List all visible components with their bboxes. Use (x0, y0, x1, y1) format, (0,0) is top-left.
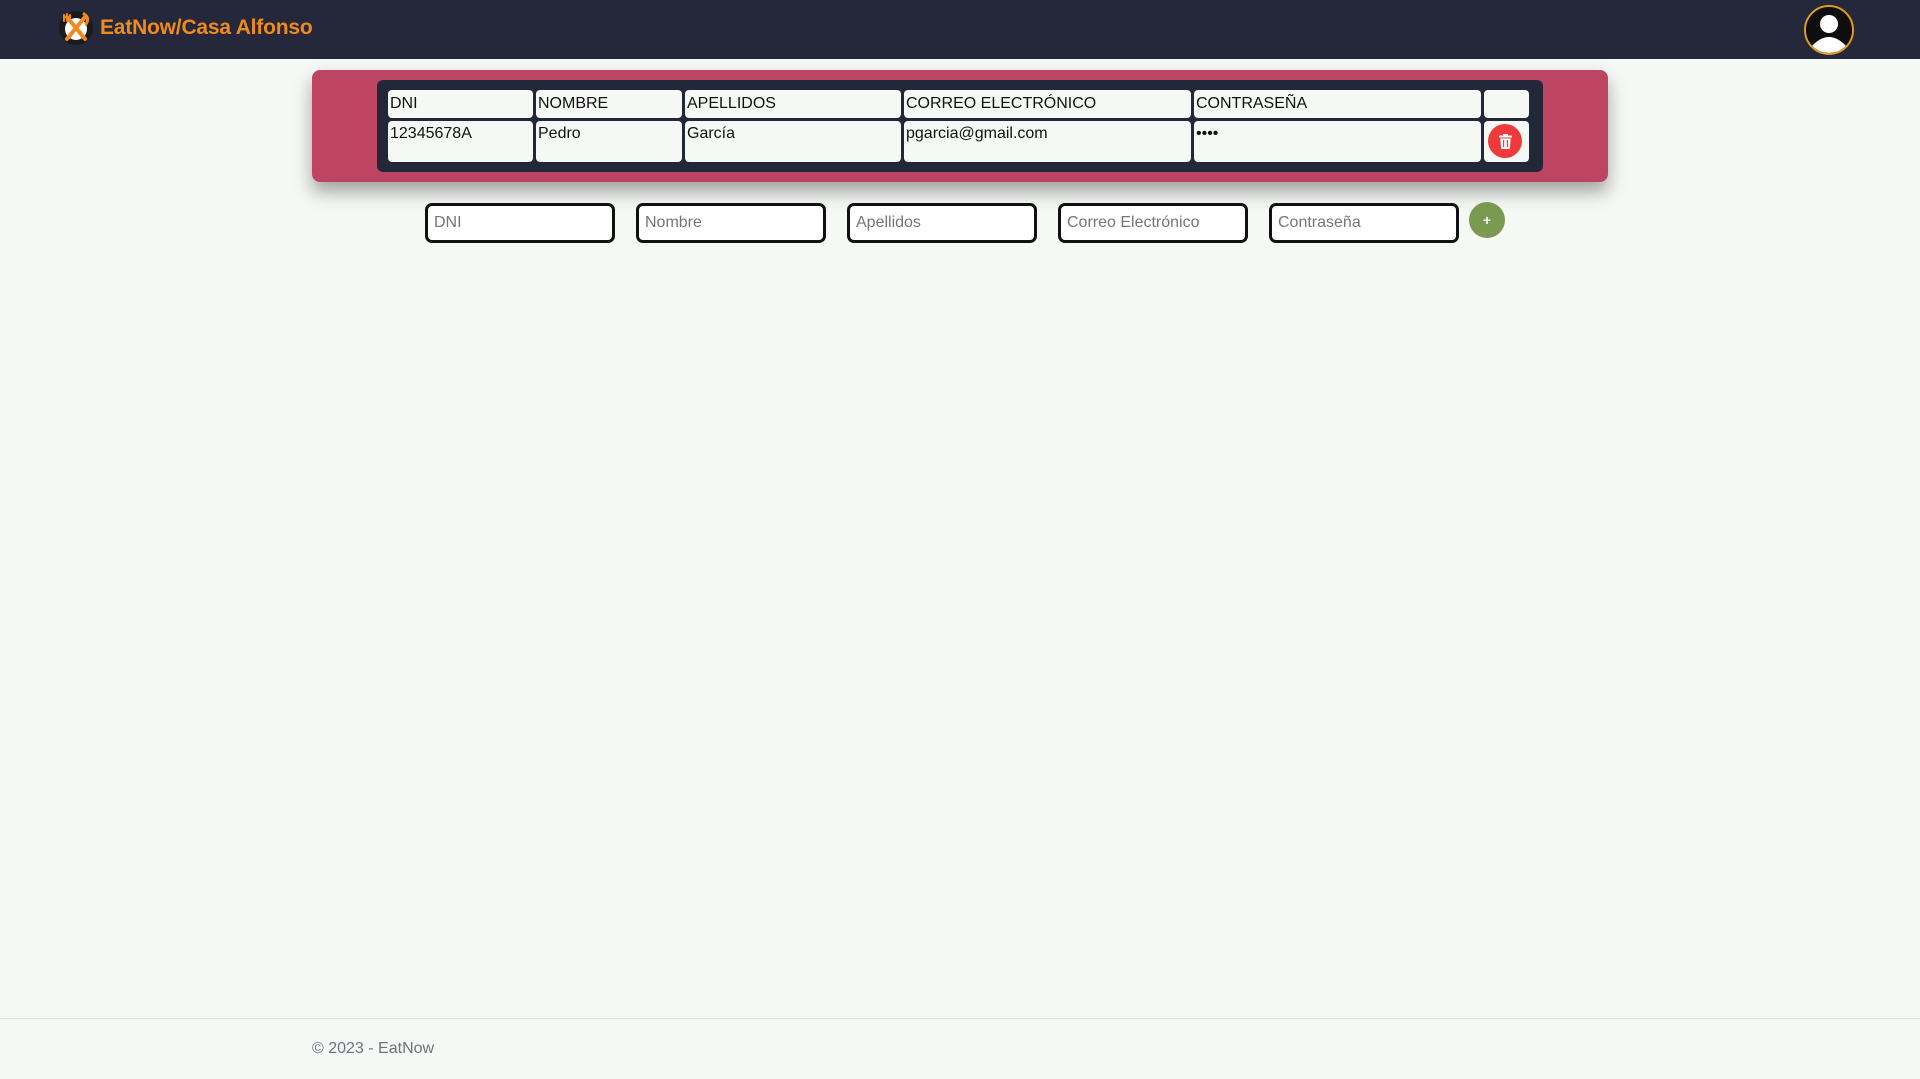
table-cell-correo: pgarcia@gmail.com (904, 121, 1191, 162)
dni-input[interactable] (425, 203, 615, 243)
footer-copyright: © 2023 - EatNow (312, 1040, 435, 1057)
table-cell-contrasena: •••• (1194, 121, 1481, 162)
delete-user-button[interactable] (1488, 124, 1522, 158)
fork-knife-logo-icon (59, 11, 93, 45)
table-cell-dni: 12345678A (388, 121, 533, 162)
add-user-button[interactable]: + (1469, 202, 1505, 238)
navbar: EatNow/Casa Alfonso (0, 0, 1920, 59)
nombre-input[interactable] (636, 203, 826, 243)
table-cell-nombre: Pedro (536, 121, 682, 162)
correo-input[interactable] (1058, 203, 1248, 243)
contrasena-input[interactable] (1269, 203, 1459, 243)
add-user-form: + (0, 202, 1920, 246)
users-table-card: DNI NOMBRE APELLIDOS CORREO ELECTRÓNICO … (312, 70, 1608, 182)
users-table: DNI NOMBRE APELLIDOS CORREO ELECTRÓNICO … (377, 80, 1543, 172)
trash-icon (1498, 133, 1512, 149)
column-header-correo: CORREO ELECTRÓNICO (904, 90, 1191, 118)
column-header-nombre: NOMBRE (536, 90, 682, 118)
column-header-actions (1484, 90, 1529, 118)
footer: © 2023 - EatNow (0, 1018, 1920, 1079)
column-header-contrasena: CONTRASEÑA (1194, 90, 1481, 118)
brand-link[interactable]: EatNow/Casa Alfonso (58, 10, 313, 46)
user-avatar-icon (1806, 7, 1852, 53)
table-cell-actions (1484, 121, 1529, 162)
apellidos-input[interactable] (847, 203, 1037, 243)
column-header-apellidos: APELLIDOS (685, 90, 901, 118)
brand-name: EatNow/Casa Alfonso (100, 16, 313, 39)
table-cell-apellidos: García (685, 121, 901, 162)
column-header-dni: DNI (388, 90, 533, 118)
profile-button[interactable] (1804, 5, 1854, 55)
